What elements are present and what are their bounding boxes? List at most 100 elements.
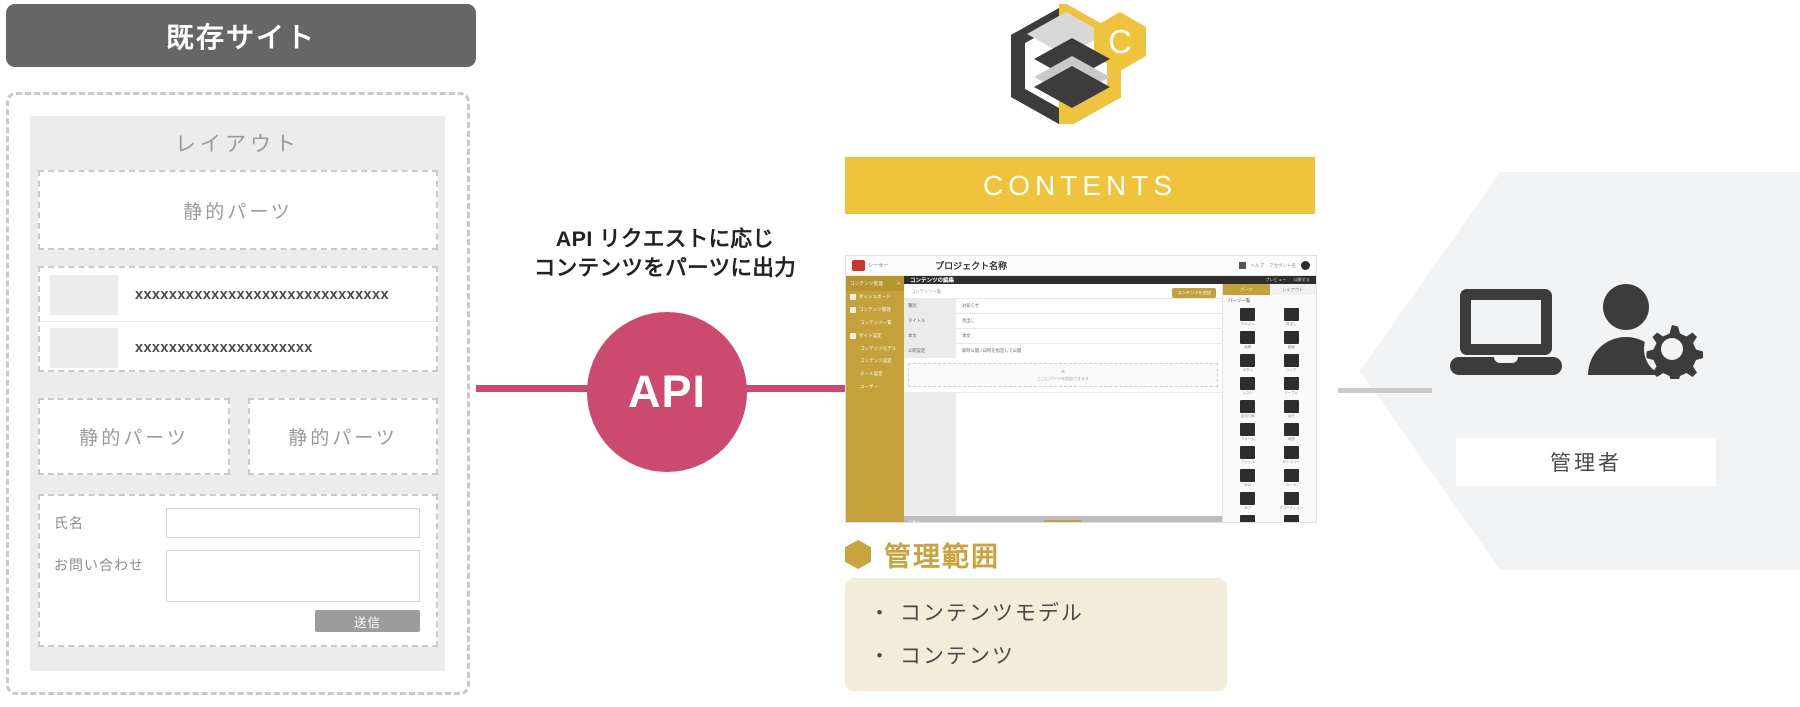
cms-screenshot: シーサー プロジェクト名称 ヘルプ アカウント名 コンテンツ管理 « ダッシュボ…: [845, 255, 1317, 523]
cms-page-title: プロジェクト名称: [935, 261, 1008, 271]
part-tile[interactable]: ギャラリー: [1270, 444, 1314, 467]
cms-sidebar-item[interactable]: ダッシュボード: [846, 291, 904, 304]
static-part-left: 静的パーツ: [38, 398, 230, 475]
part-tile-label: SNS: [1244, 483, 1252, 487]
part-tile[interactable]: ボタン: [1226, 352, 1270, 375]
api-node: API: [587, 312, 747, 472]
part-tile-label: 区切り線: [1240, 414, 1255, 418]
form-icon: [1240, 423, 1256, 436]
contact-form-part: 氏名 お問い合わせ 送信: [38, 494, 438, 647]
scope-title: 管理範囲: [884, 542, 1000, 572]
part-tile[interactable]: 動画: [1270, 329, 1314, 352]
admin-connector-line: [1338, 388, 1432, 393]
part-tile[interactable]: タブ: [1226, 490, 1270, 513]
part-tile[interactable]: 区切り線: [1226, 398, 1270, 421]
cms-blank-canvas: [956, 392, 1222, 516]
part-tile-label: 動画: [1287, 345, 1295, 349]
save-button[interactable]: ＋ 保存: [1043, 519, 1083, 522]
part-tile[interactable]: リンク: [1270, 352, 1314, 375]
name-input[interactable]: [166, 508, 420, 538]
cms-sidebar-item-label: コンテンツモデル: [860, 345, 897, 351]
cms-field-value[interactable]: 見出し: [956, 314, 1222, 328]
part-tile[interactable]: SNS: [1226, 467, 1270, 490]
cms-main-header: コンテンツの編集 プレビュー 公開する: [904, 276, 1316, 284]
static-part-top: 静的パーツ: [38, 170, 438, 250]
inquiry-label: お問い合わせ: [54, 557, 144, 573]
cms-field-value[interactable]: 本文: [956, 329, 1222, 343]
static-part-right: 静的パーツ: [248, 398, 438, 475]
cms-sidebar-header: コンテンツ管理 «: [846, 276, 904, 291]
layout-label: レイアウト: [175, 133, 300, 156]
part-tile-label: フォーム: [1240, 437, 1255, 441]
content-icon: [850, 307, 856, 314]
cms-topbar: シーサー プロジェクト名称 ヘルプ アカウント名: [846, 256, 1316, 276]
cms-topbar-item[interactable]: ヘルプ: [1251, 263, 1265, 269]
part-tile[interactable]: テーブル: [1270, 375, 1314, 398]
part-tile[interactable]: テキスト: [1226, 306, 1270, 329]
inquiry-textarea[interactable]: [166, 550, 420, 602]
part-tile[interactable]: カスタムHTML: [1270, 513, 1314, 522]
avatar[interactable]: [1301, 261, 1310, 270]
tab-parts[interactable]: パーツ: [1223, 284, 1270, 295]
cms-sidebar-subitem[interactable]: コンテンツ設定: [846, 355, 904, 368]
part-tile-label: タブ: [1244, 506, 1252, 510]
part-tile-label: ギャラリー: [1282, 460, 1301, 464]
sns-icon: [1240, 469, 1256, 482]
part-tile-label: リスト: [1242, 391, 1254, 395]
static-part-top-label: 静的パーツ: [183, 201, 293, 223]
part-tile-label: テキスト: [1240, 322, 1255, 326]
text-icon: [1240, 308, 1256, 321]
preview-button[interactable]: プレビュー: [1265, 277, 1286, 283]
custom-html-icon: [1283, 515, 1299, 522]
tab-layout[interactable]: レイアウト: [1269, 284, 1316, 295]
dashboard-icon: [850, 294, 856, 301]
add-content-button[interactable]: コンテンツを追加: [1172, 288, 1216, 298]
cms-bottom-note: 下書き: [908, 520, 920, 523]
collapse-icon[interactable]: «: [897, 281, 900, 287]
part-tile[interactable]: フォーム: [1226, 421, 1270, 444]
add-part-dropzone[interactable]: + ここにパーツを追加できます: [908, 363, 1218, 387]
part-tile[interactable]: カード: [1270, 467, 1314, 490]
cms-topbar-item[interactable]: アカウント名: [1269, 263, 1296, 269]
cms-sidebar-subitem[interactable]: コンテンツモデル: [846, 342, 904, 355]
part-tile[interactable]: 地図: [1270, 421, 1314, 444]
table-icon: [1283, 377, 1299, 390]
part-tile[interactable]: お問い合わせ: [1226, 513, 1270, 522]
submit-row: 送信: [40, 602, 436, 632]
cms-sidebar-subitem[interactable]: メール設定: [846, 368, 904, 381]
cms-sidebar-item[interactable]: サイト設定: [846, 329, 904, 342]
publish-button[interactable]: 公開する: [1293, 277, 1310, 283]
cms-sidebar-item[interactable]: コンテンツ管理: [846, 304, 904, 317]
part-tile-label: アコーディオン: [1279, 506, 1304, 510]
part-tile[interactable]: 余白: [1270, 398, 1314, 421]
api-caption: API リクエストに応じ コンテンツをパーツに出力: [500, 225, 830, 283]
button-icon: [1240, 354, 1256, 367]
static-part-left-label: 静的パーツ: [79, 428, 189, 449]
part-tile[interactable]: 画像: [1226, 329, 1270, 352]
part-tile[interactable]: 見出し: [1270, 306, 1314, 329]
submit-button[interactable]: 送信: [315, 610, 420, 632]
cms-parts-panel: パーツ レイアウト パーツ一覧 テキスト 見出し 画像 動画 ボタン リンク リ…: [1222, 284, 1316, 522]
existing-site-title: 既存サイト: [165, 21, 316, 53]
part-tile[interactable]: アコーディオン: [1270, 490, 1314, 513]
map-icon: [1283, 423, 1299, 436]
list-item: xxxxxxxxxxxxxxxxxxxxx: [40, 321, 436, 374]
cms-field-label: 種別: [904, 299, 956, 313]
cms-field-value[interactable]: お知らせ: [956, 299, 1222, 313]
laptop-icon: [1450, 289, 1562, 375]
admin-icon-group: [1448, 283, 1710, 379]
accordion-icon: [1283, 492, 1299, 505]
thumbnail-placeholder: [50, 328, 118, 368]
static-part-right-label: 静的パーツ: [288, 428, 398, 449]
cms-field-value[interactable]: 即時公開 / 日時を指定して公開: [956, 344, 1222, 358]
hexagon-bullet-icon: [845, 540, 871, 569]
cms-blank-label: [904, 392, 956, 516]
name-label: 氏名: [54, 515, 84, 531]
cms-sidebar-subitem[interactable]: ユーザー: [846, 380, 904, 393]
cms-sidebar-subitem[interactable]: コンテンツ一覧: [846, 317, 904, 330]
part-tile[interactable]: ファイル: [1226, 444, 1270, 467]
cms-topbar-right: ヘルプ アカウント名: [1238, 261, 1317, 270]
part-tile[interactable]: リスト: [1226, 375, 1270, 398]
menu-icon[interactable]: [1238, 262, 1246, 269]
cms-field-label: タイトル: [904, 314, 956, 328]
